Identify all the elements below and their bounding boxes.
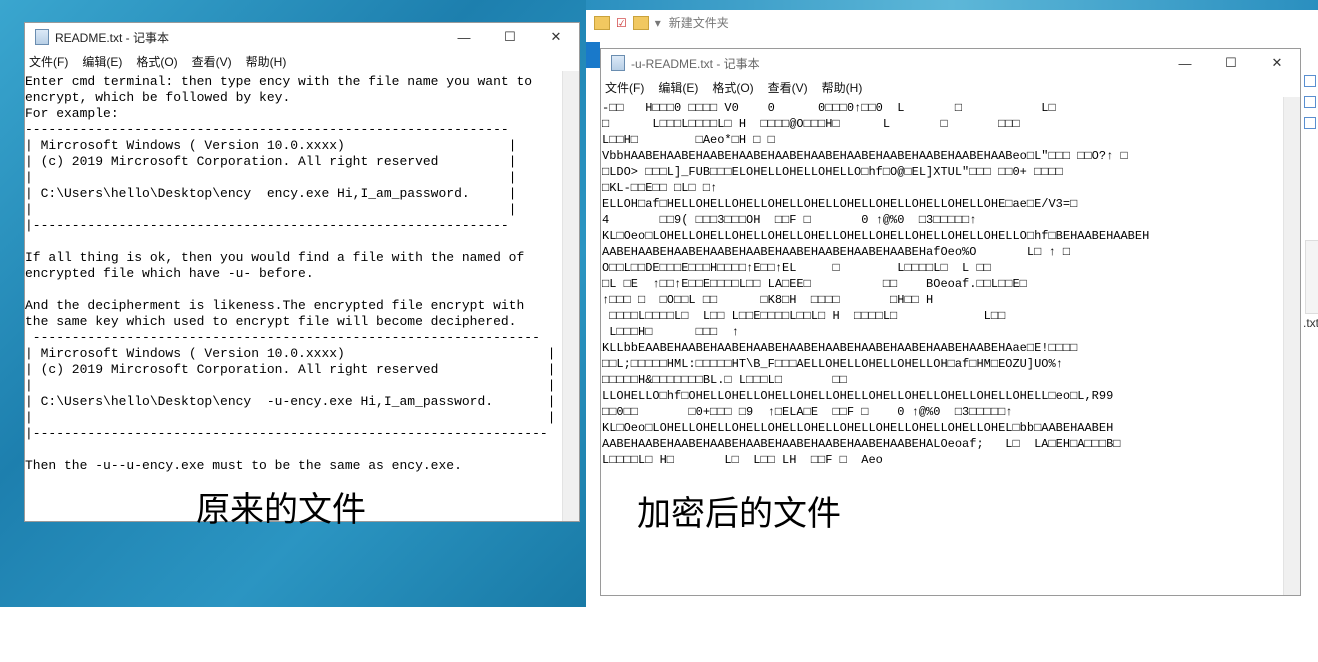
maximize-button[interactable]: ☐ xyxy=(487,29,533,45)
close-button[interactable]: ✕ xyxy=(533,29,579,45)
menu-edit[interactable]: 编辑(E) xyxy=(82,53,122,70)
view-list-icon[interactable] xyxy=(1304,96,1316,108)
window-title: -u-README.txt - 记事本 xyxy=(631,56,760,71)
folder-icon xyxy=(594,15,610,30)
menu-file[interactable]: 文件(F) xyxy=(29,53,68,70)
notepad-icon xyxy=(35,29,49,45)
vertical-scrollbar[interactable] xyxy=(562,71,579,521)
menu-bar: 文件(F) 编辑(E) 格式(O) 查看(V) 帮助(H) xyxy=(25,51,579,71)
title-bar[interactable]: -u-README.txt - 记事本 — ☐ ✕ xyxy=(601,49,1300,77)
chevron-down-icon[interactable]: ▾ xyxy=(655,16,661,30)
menu-format[interactable]: 格式(O) xyxy=(136,53,177,70)
menu-edit[interactable]: 编辑(E) xyxy=(658,79,698,96)
explorer-title: 新建文件夹 xyxy=(668,16,729,30)
menu-format[interactable]: 格式(O) xyxy=(712,79,753,96)
new-folder-icon[interactable] xyxy=(632,15,649,30)
notepad-icon xyxy=(611,55,625,71)
title-bar[interactable]: README.txt - 记事本 — ☐ ✕ xyxy=(25,23,579,51)
menu-file[interactable]: 文件(F) xyxy=(605,79,644,96)
window-title: README.txt - 记事本 xyxy=(55,30,170,45)
notepad-window-original: README.txt - 记事本 — ☐ ✕ 文件(F) 编辑(E) 格式(O)… xyxy=(24,22,580,522)
caption-original-file: 原来的文件 xyxy=(196,490,366,530)
file-thumbnail[interactable] xyxy=(1305,240,1318,314)
explorer-window: ☑ ▾ 新建文件夹 xyxy=(586,10,1318,50)
close-button[interactable]: ✕ xyxy=(1254,55,1300,71)
menu-bar: 文件(F) 编辑(E) 格式(O) 查看(V) 帮助(H) xyxy=(601,77,1300,97)
view-tiles-icon[interactable] xyxy=(1304,117,1316,129)
minimize-button[interactable]: — xyxy=(1162,56,1208,71)
quick-access-toolbar: ☑ ▾ 新建文件夹 xyxy=(594,14,729,31)
menu-help[interactable]: 帮助(H) xyxy=(246,53,287,70)
properties-icon[interactable]: ☑ xyxy=(616,16,627,30)
menu-view[interactable]: 查看(V) xyxy=(768,79,808,96)
text-editor-area[interactable]: Enter cmd terminal: then type ency with … xyxy=(25,74,563,521)
maximize-button[interactable]: ☐ xyxy=(1208,55,1254,71)
menu-view[interactable]: 查看(V) xyxy=(192,53,232,70)
file-name-label: .txt xyxy=(1303,316,1318,330)
view-details-icon[interactable] xyxy=(1304,75,1316,87)
vertical-scrollbar[interactable] xyxy=(1283,97,1300,595)
minimize-button[interactable]: — xyxy=(441,30,487,45)
caption-encrypted-file: 加密后的文件 xyxy=(637,494,841,534)
ribbon-file-tab[interactable] xyxy=(586,42,600,68)
menu-help[interactable]: 帮助(H) xyxy=(822,79,863,96)
